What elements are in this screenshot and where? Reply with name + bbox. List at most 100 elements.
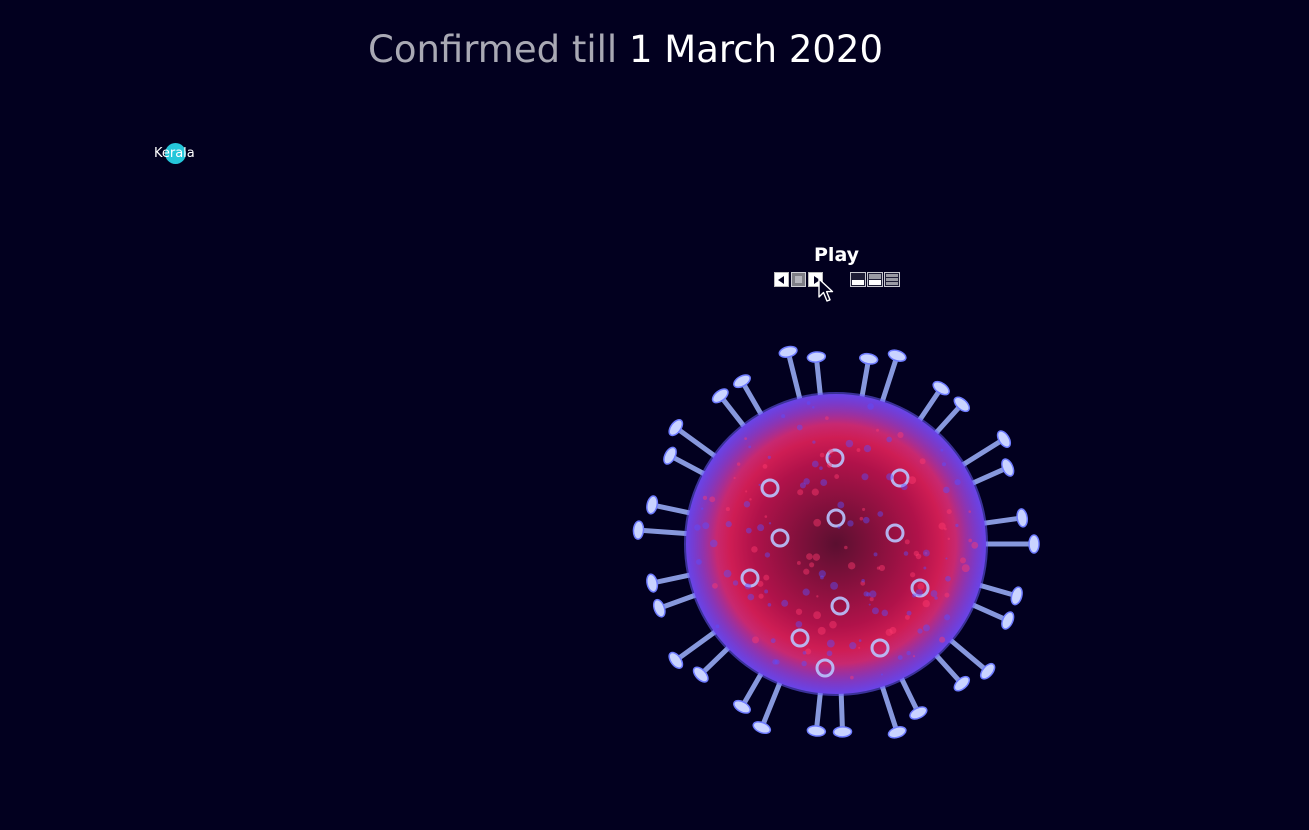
- virus-spike-cap: [887, 725, 907, 740]
- virus-spike-cap: [1000, 610, 1016, 631]
- layout-rows-icon[interactable]: [884, 272, 900, 287]
- virus-texture-dot: [796, 609, 802, 615]
- virus-texture-dot: [726, 507, 730, 511]
- virus-spike-cap: [859, 352, 878, 365]
- virus-texture-dot: [864, 445, 871, 452]
- virus-texture-dot: [849, 642, 856, 649]
- virus-texture-dot: [901, 484, 908, 491]
- virus-texture-dot: [846, 440, 854, 448]
- virus-spike-cap: [645, 495, 659, 515]
- virus-texture-dot: [769, 522, 771, 524]
- virus-texture-dot: [881, 610, 888, 617]
- virus-texture-dot: [819, 466, 823, 470]
- virus-texture-dot: [948, 538, 950, 540]
- virus-texture-dot: [837, 502, 844, 509]
- virus-texture-dot: [886, 473, 893, 480]
- virus-texture-dot: [862, 473, 869, 480]
- virus-texture-dot: [797, 561, 801, 565]
- virus-texture-dot: [733, 580, 738, 585]
- virus-texture-dot: [943, 487, 950, 494]
- virus-texture-dot: [947, 509, 952, 514]
- virus-spike-cap: [1016, 508, 1028, 527]
- virus-texture-dot: [803, 478, 810, 485]
- virus-texture-dot: [848, 562, 855, 569]
- stop-icon[interactable]: [791, 272, 806, 287]
- virus-texture-dot: [712, 583, 718, 589]
- virus-texture-dot: [746, 528, 752, 534]
- virus-texture-dot: [759, 594, 764, 599]
- virus-spike-cap: [1009, 586, 1024, 606]
- title-prefix: Confirmed till: [368, 28, 617, 71]
- virus-texture-dot: [812, 461, 819, 468]
- virus-texture-dot: [917, 628, 922, 633]
- virus-spike-cap: [645, 573, 659, 593]
- virus-texture-dot: [812, 440, 815, 443]
- skip-back-icon[interactable]: [774, 272, 789, 287]
- virus-texture-dot: [944, 528, 947, 531]
- virus-texture-dot: [850, 676, 854, 680]
- virus-texture-dot: [765, 515, 768, 518]
- virus-texture-dot: [758, 484, 760, 486]
- virus-texture-dot: [869, 604, 871, 606]
- virus-texture-dot: [923, 567, 926, 570]
- virus-texture-dot: [709, 496, 715, 502]
- virus-texture-dot: [820, 575, 824, 579]
- virus-texture-dot: [827, 650, 833, 656]
- virus-texture-dot: [971, 542, 978, 549]
- virus-texture-dot: [829, 621, 837, 629]
- virus-spike-cap: [732, 372, 753, 390]
- virus-texture-dot: [694, 524, 700, 530]
- virus-texture-dot: [910, 572, 915, 577]
- virus-texture-dot: [898, 655, 903, 660]
- layout-bottom-icon[interactable]: [850, 272, 866, 287]
- virus-texture-dot: [945, 576, 951, 582]
- virus-texture-dot: [830, 582, 838, 590]
- layout-split-icon[interactable]: [867, 272, 883, 287]
- play-label[interactable]: Play: [814, 244, 859, 266]
- virus-spike-cap: [807, 725, 826, 737]
- virus-spike-cap: [833, 727, 851, 738]
- virus-texture-dot: [934, 596, 937, 599]
- virus-texture-dot: [904, 551, 909, 556]
- virus-texture-dot: [813, 553, 820, 560]
- virus-texture-dot: [968, 539, 972, 543]
- mouse-cursor-icon: [818, 278, 836, 304]
- virus-texture-dot: [765, 552, 770, 557]
- virus-texture-dot: [968, 510, 971, 513]
- virus-spike-cap: [807, 351, 826, 363]
- virus-texture-dot: [870, 597, 874, 601]
- virus-texture-dot: [745, 490, 747, 492]
- virus-texture-dot: [907, 611, 912, 616]
- virus-texture-dot: [863, 517, 870, 524]
- virus-texture-dot: [897, 432, 903, 438]
- virus-texture-dot: [812, 489, 819, 496]
- virus-texture-dot: [803, 589, 810, 596]
- virus-texture-dot: [764, 590, 768, 594]
- virus-texture-dot: [737, 462, 740, 465]
- virus-texture-dot: [869, 590, 876, 597]
- virus-spike-cap: [778, 345, 798, 359]
- virus-texture-dot: [944, 593, 949, 598]
- virus-texture-dot: [818, 627, 826, 635]
- virus-spike-cap: [887, 348, 907, 363]
- virus-texture-dot: [809, 562, 814, 567]
- virus-texture-dot: [726, 521, 732, 527]
- virus-texture-dot: [813, 611, 821, 619]
- virus-texture-dot: [828, 455, 831, 458]
- virus-texture-dot: [803, 569, 809, 575]
- virus-texture-dot: [881, 673, 883, 675]
- virus-texture-dot: [862, 508, 865, 511]
- virus-texture-dot: [923, 600, 930, 607]
- virus-texture-dot: [775, 659, 780, 664]
- virus-texture-dot: [803, 651, 807, 655]
- virus-texture-dot: [701, 508, 703, 510]
- virus-texture-dot: [757, 581, 763, 587]
- virus-texture-dot: [763, 464, 768, 469]
- virus-texture-dot: [912, 594, 916, 598]
- virus-texture-dot: [847, 520, 853, 526]
- virus-texture-dot: [917, 583, 924, 590]
- virus-texture-dot: [748, 445, 751, 448]
- virus-texture-dot: [752, 636, 759, 643]
- virus-texture-dot: [820, 453, 825, 458]
- virus-texture-dot: [879, 565, 885, 571]
